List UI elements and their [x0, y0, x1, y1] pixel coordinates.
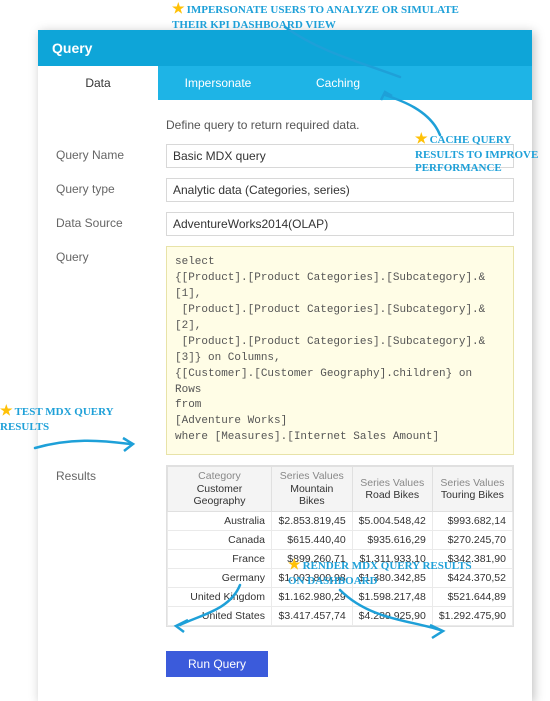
- input-query-name[interactable]: Basic MDX query: [166, 144, 514, 168]
- table-cell: $615.440,40: [271, 531, 352, 550]
- run-query-button[interactable]: Run Query: [166, 651, 268, 677]
- tab-impersonate[interactable]: Impersonate: [158, 66, 278, 100]
- label-query-name: Query Name: [56, 144, 166, 162]
- table-row: Canada$615.440,40$935.616,29$270.245,70: [168, 531, 513, 550]
- input-query-type[interactable]: Analytic data (Categories, series): [166, 178, 514, 202]
- table-cell: $521.644,89: [432, 588, 512, 607]
- col-header: Series ValuesMountain Bikes: [271, 467, 352, 512]
- table-row: United States$3.417.457,74$4.289.925,90$…: [168, 607, 513, 626]
- table-cell: $5.004.548,42: [352, 512, 432, 531]
- query-panel: Query Data Impersonate Caching Define qu…: [38, 30, 532, 701]
- table-cell: Germany: [168, 569, 272, 588]
- label-data-source: Data Source: [56, 212, 166, 230]
- table-cell: $1.311.933,10: [352, 550, 432, 569]
- textarea-query[interactable]: select {[Product].[Product Categories].[…: [166, 246, 514, 455]
- table-row: Australia$2.853.819,45$5.004.548,42$993.…: [168, 512, 513, 531]
- label-results: Results: [56, 465, 166, 483]
- table-cell: United States: [168, 607, 272, 626]
- tab-caching[interactable]: Caching: [278, 66, 398, 100]
- input-data-source[interactable]: AdventureWorks2014(OLAP): [166, 212, 514, 236]
- table-cell: $2.853.819,45: [271, 512, 352, 531]
- table-cell: $1.003.800,98: [271, 569, 352, 588]
- table-cell: Australia: [168, 512, 272, 531]
- table-cell: $3.417.457,74: [271, 607, 352, 626]
- annotation-impersonate: ★IMPERSONATE USERS TO ANALYZE OR SIMULAT…: [172, 2, 492, 32]
- table-row: United Kingdom$1.162.980,29$1.598.217,48…: [168, 588, 513, 607]
- col-header: Series ValuesTouring Bikes: [432, 467, 512, 512]
- tab-bar: Data Impersonate Caching: [38, 66, 532, 100]
- table-cell: $424.370,52: [432, 569, 512, 588]
- table-row: France$899.260,71$1.311.933,10$342.381,9…: [168, 550, 513, 569]
- table-cell: $1.162.980,29: [271, 588, 352, 607]
- table-cell: United Kingdom: [168, 588, 272, 607]
- tab-data[interactable]: Data: [38, 66, 158, 100]
- col-header: CategoryCustomer Geography: [168, 467, 272, 512]
- table-cell: France: [168, 550, 272, 569]
- table-cell: $342.381,90: [432, 550, 512, 569]
- results-table: CategoryCustomer Geography Series Values…: [167, 466, 513, 626]
- table-cell: Canada: [168, 531, 272, 550]
- table-row: Germany$1.003.800,98$1.380.342,85$424.37…: [168, 569, 513, 588]
- panel-title: Query: [38, 30, 532, 66]
- hint-text: Define query to return required data.: [166, 118, 514, 132]
- results-table-wrap: CategoryCustomer Geography Series Values…: [166, 465, 514, 627]
- table-cell: $270.245,70: [432, 531, 512, 550]
- label-query: Query: [56, 246, 166, 264]
- table-cell: $1.292.475,90: [432, 607, 512, 626]
- table-cell: $1.380.342,85: [352, 569, 432, 588]
- panel-body: Define query to return required data. Qu…: [38, 100, 532, 701]
- table-cell: $1.598.217,48: [352, 588, 432, 607]
- label-query-type: Query type: [56, 178, 166, 196]
- table-cell: $935.616,29: [352, 531, 432, 550]
- table-cell: $899.260,71: [271, 550, 352, 569]
- col-header: Series ValuesRoad Bikes: [352, 467, 432, 512]
- table-cell: $4.289.925,90: [352, 607, 432, 626]
- star-icon: ★: [172, 2, 185, 17]
- table-cell: $993.682,14: [432, 512, 512, 531]
- star-icon: ★: [0, 404, 13, 419]
